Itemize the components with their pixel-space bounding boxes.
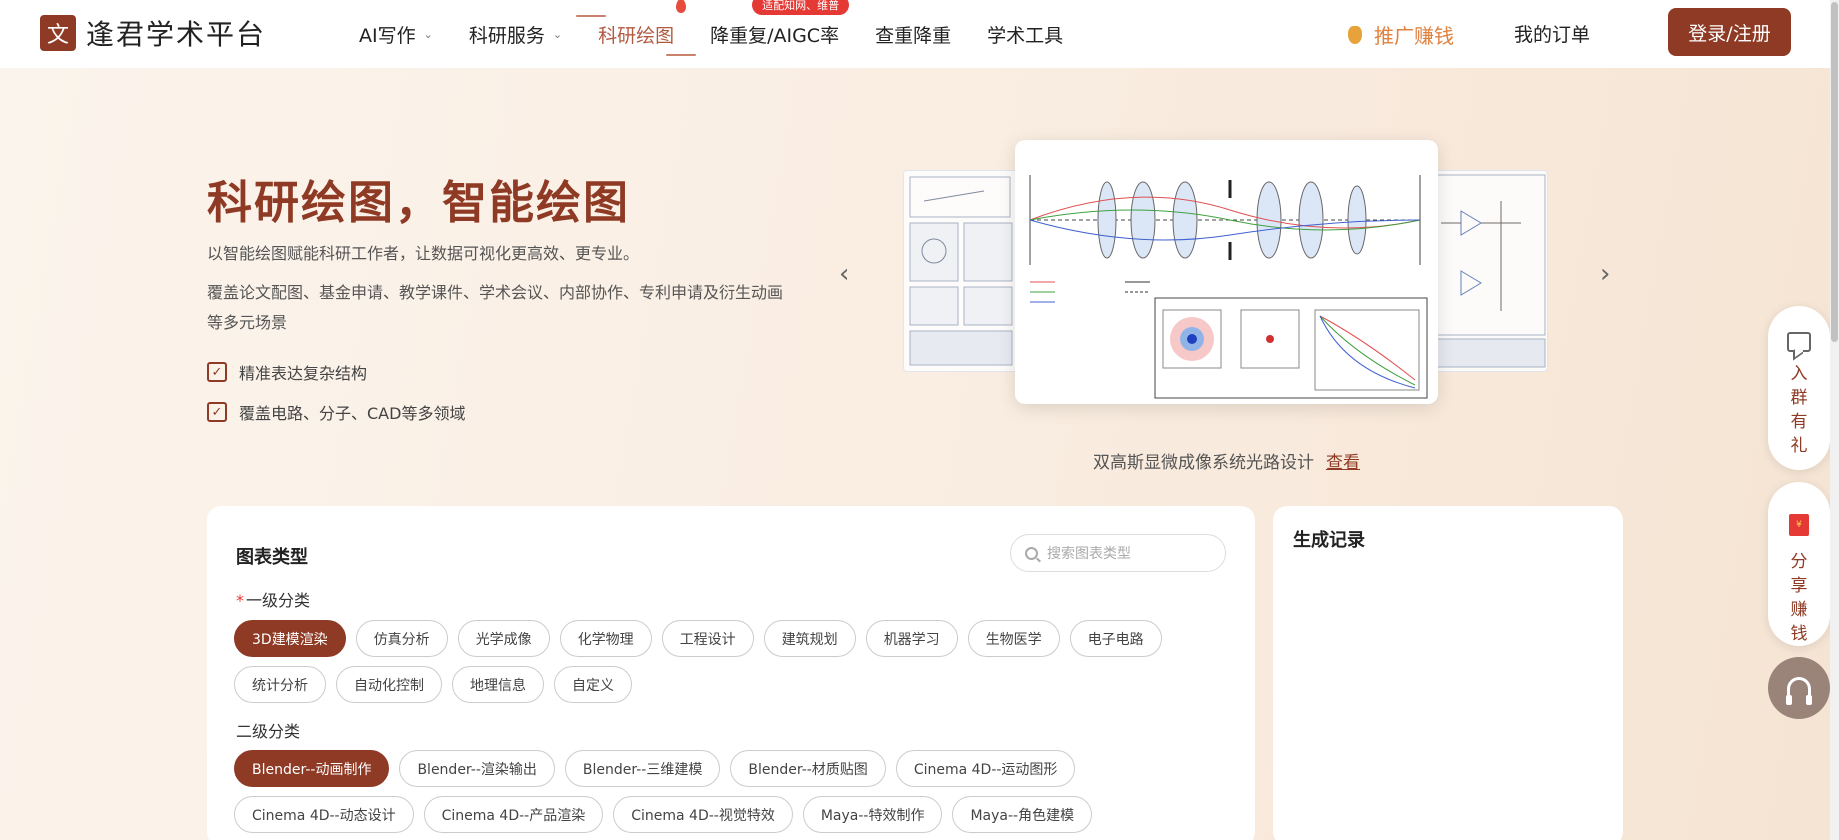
category-chip[interactable]: 工程设计 [661, 620, 754, 657]
chat-icon [1787, 332, 1811, 352]
main-nav: AI写作 ⌄ 科研服务 ⌄ 科研绘图 适配知网、维普 降重复/AIGC率 查重降… [359, 0, 1099, 68]
feature-label: 精准表达复杂结构 [239, 364, 368, 383]
promo-link[interactable]: 推广赚钱 [1348, 20, 1454, 49]
category-chip[interactable]: 自定义 [554, 666, 632, 703]
top-navbar: 文 逢君学术平台 AI写作 ⌄ 科研服务 ⌄ 科研绘图 适配知网、维普 降重复/… [0, 0, 1839, 68]
chart-type-search-input[interactable]: 搜索图表类型 [1010, 534, 1226, 572]
records-title: 生成记录 [1293, 530, 1365, 551]
promo-label: 推广赚钱 [1374, 24, 1454, 48]
carousel-caption: 双高斯显微成像系统光路设计 查看 [1093, 448, 1360, 473]
category-chip[interactable]: Cinema 4D--动态设计 [234, 796, 414, 833]
money-bag-icon [1348, 25, 1362, 44]
my-orders-link[interactable]: 我的订单 [1514, 20, 1590, 47]
category-chip[interactable]: 机器学习 [865, 620, 958, 657]
nav-label: AI写作 [359, 24, 416, 47]
page-scrollbar[interactable] [1830, 0, 1839, 840]
checkbox-icon: ✓ [207, 402, 227, 422]
category-chip[interactable]: 建筑规划 [763, 620, 856, 657]
login-register-button[interactable]: 登录/注册 [1668, 8, 1791, 56]
carousel-slide-prev[interactable] [903, 170, 1021, 372]
feature-item: ✓ 覆盖电路、分子、CAD等多领域 [207, 400, 465, 424]
carousel-slide-active[interactable] [1015, 140, 1438, 404]
feature-label: 覆盖电路、分子、CAD等多领域 [239, 404, 466, 423]
nav-research-drawing[interactable]: 科研绘图 [576, 0, 697, 56]
logo-icon: 文 [40, 15, 76, 51]
category-chip[interactable]: 仿真分析 [355, 620, 448, 657]
share-earn-label: 分享赚钱 [1790, 552, 1808, 644]
level1-label-text: 一级分类 [246, 591, 311, 610]
feature-item: ✓ 精准表达复杂结构 [207, 360, 367, 384]
nav-badge: 适配知网、维普 [752, 0, 850, 15]
category-chip[interactable]: 自动化控制 [336, 666, 442, 703]
category-chip[interactable]: Maya--角色建模 [952, 796, 1093, 833]
carousel-slide-next[interactable] [1430, 170, 1548, 372]
share-earn-widget[interactable]: ¥ 分享赚钱 [1768, 482, 1830, 646]
nav-ai-writing[interactable]: AI写作 ⌄ [359, 21, 433, 48]
search-icon [1025, 546, 1038, 560]
nav-label: 查重降重 [875, 24, 952, 47]
diagram-thumbnail [909, 176, 1013, 366]
nav-research-services[interactable]: 科研服务 ⌄ [469, 21, 562, 48]
category-chip[interactable]: 生物医学 [967, 620, 1060, 657]
view-link[interactable]: 查看 [1326, 453, 1360, 473]
category-chip[interactable]: Blender--动画制作 [234, 750, 390, 787]
checkbox-icon: ✓ [207, 362, 227, 382]
logo-text: 逢君学术平台 [86, 18, 267, 51]
level1-chip-group: 3D建模渲染 仿真分析 光学成像 化学物理 工程设计 建筑规划 机器学习 生物医学 电子电路统计… [234, 620, 1234, 712]
nav-academic-tools[interactable]: 学术工具 [987, 21, 1063, 48]
nav-label: 科研服务 [468, 24, 545, 47]
chevron-down-icon: ⌄ [423, 27, 433, 41]
category-chip[interactable]: Cinema 4D--运动图形 [895, 750, 1076, 787]
diagram-thumbnail [1434, 174, 1546, 368]
category-chip[interactable]: Blender--三维建模 [564, 750, 721, 787]
nav-label: 降重复/AIGC率 [710, 24, 840, 47]
panel-title: 图表类型 [236, 547, 308, 568]
category-chip[interactable]: Blender--材质贴图 [730, 750, 886, 787]
category-chip[interactable]: 3D建模渲染 [234, 620, 346, 657]
chart-type-panel: 图表类型 搜索图表类型 * 一级分类 3D建模渲染 仿真分析 光学成像 化学物理 工程设计… [207, 506, 1255, 840]
category-chip[interactable]: 化学物理 [559, 620, 652, 657]
search-placeholder: 搜索图表类型 [1047, 546, 1131, 562]
hero-subtitle: 以智能绘图赋能科研工作者，让数据可视化更高效、更专业。 [207, 244, 640, 263]
generation-records-panel: 生成记录 [1273, 506, 1623, 840]
category-chip[interactable]: Blender--渲染输出 [399, 750, 555, 787]
category-chip[interactable]: Maya--特效制作 [802, 796, 943, 833]
carousel-next-button[interactable]: › [1600, 259, 1610, 289]
level2-label: 二级分类 [236, 722, 301, 741]
nav-label: 科研绘图 [598, 24, 675, 47]
nav-label: 学术工具 [987, 24, 1064, 47]
nav-reduce-duplicate[interactable]: 适配知网、维普 降重复/AIGC率 [710, 0, 850, 48]
headset-icon [1786, 677, 1812, 705]
hero-description: 覆盖论文配图、基金申请、教学课件、学术会议、内部协作、专利申请及衍生动画等多元场… [207, 283, 784, 332]
carousel-prev-button[interactable]: ‹ [839, 259, 849, 289]
logo[interactable]: 文 逢君学术平台 [40, 13, 266, 53]
optical-path-diagram [1029, 175, 1428, 399]
caption-text: 双高斯显微成像系统光路设计 [1093, 453, 1314, 473]
hero-title: 科研绘图，智能绘图 [207, 176, 631, 229]
customer-support-button[interactable] [1768, 657, 1830, 719]
level1-label: * 一级分类 [236, 587, 310, 611]
fire-icon [676, 0, 687, 13]
category-chip[interactable]: 电子电路 [1069, 620, 1162, 657]
category-chip[interactable]: Cinema 4D--产品渲染 [423, 796, 604, 833]
required-mark: * [236, 591, 244, 610]
nav-plagiarism-check[interactable]: 查重降重 [875, 21, 951, 48]
category-chip[interactable]: Cinema 4D--视觉特效 [613, 796, 793, 833]
category-chip[interactable]: 地理信息 [452, 666, 544, 703]
category-chip[interactable]: 光学成像 [457, 620, 550, 657]
category-chip[interactable]: 统计分析 [234, 666, 326, 703]
join-group-label: 入群有礼 [1790, 364, 1808, 456]
red-envelope-icon: ¥ [1789, 514, 1809, 536]
chevron-down-icon: ⌄ [552, 27, 563, 41]
join-group-widget[interactable]: 入群有礼 [1768, 306, 1830, 470]
level2-chip-group: Blender--动画制作 Blender--渲染输出 Blender--三维建模 B… [234, 750, 1234, 840]
